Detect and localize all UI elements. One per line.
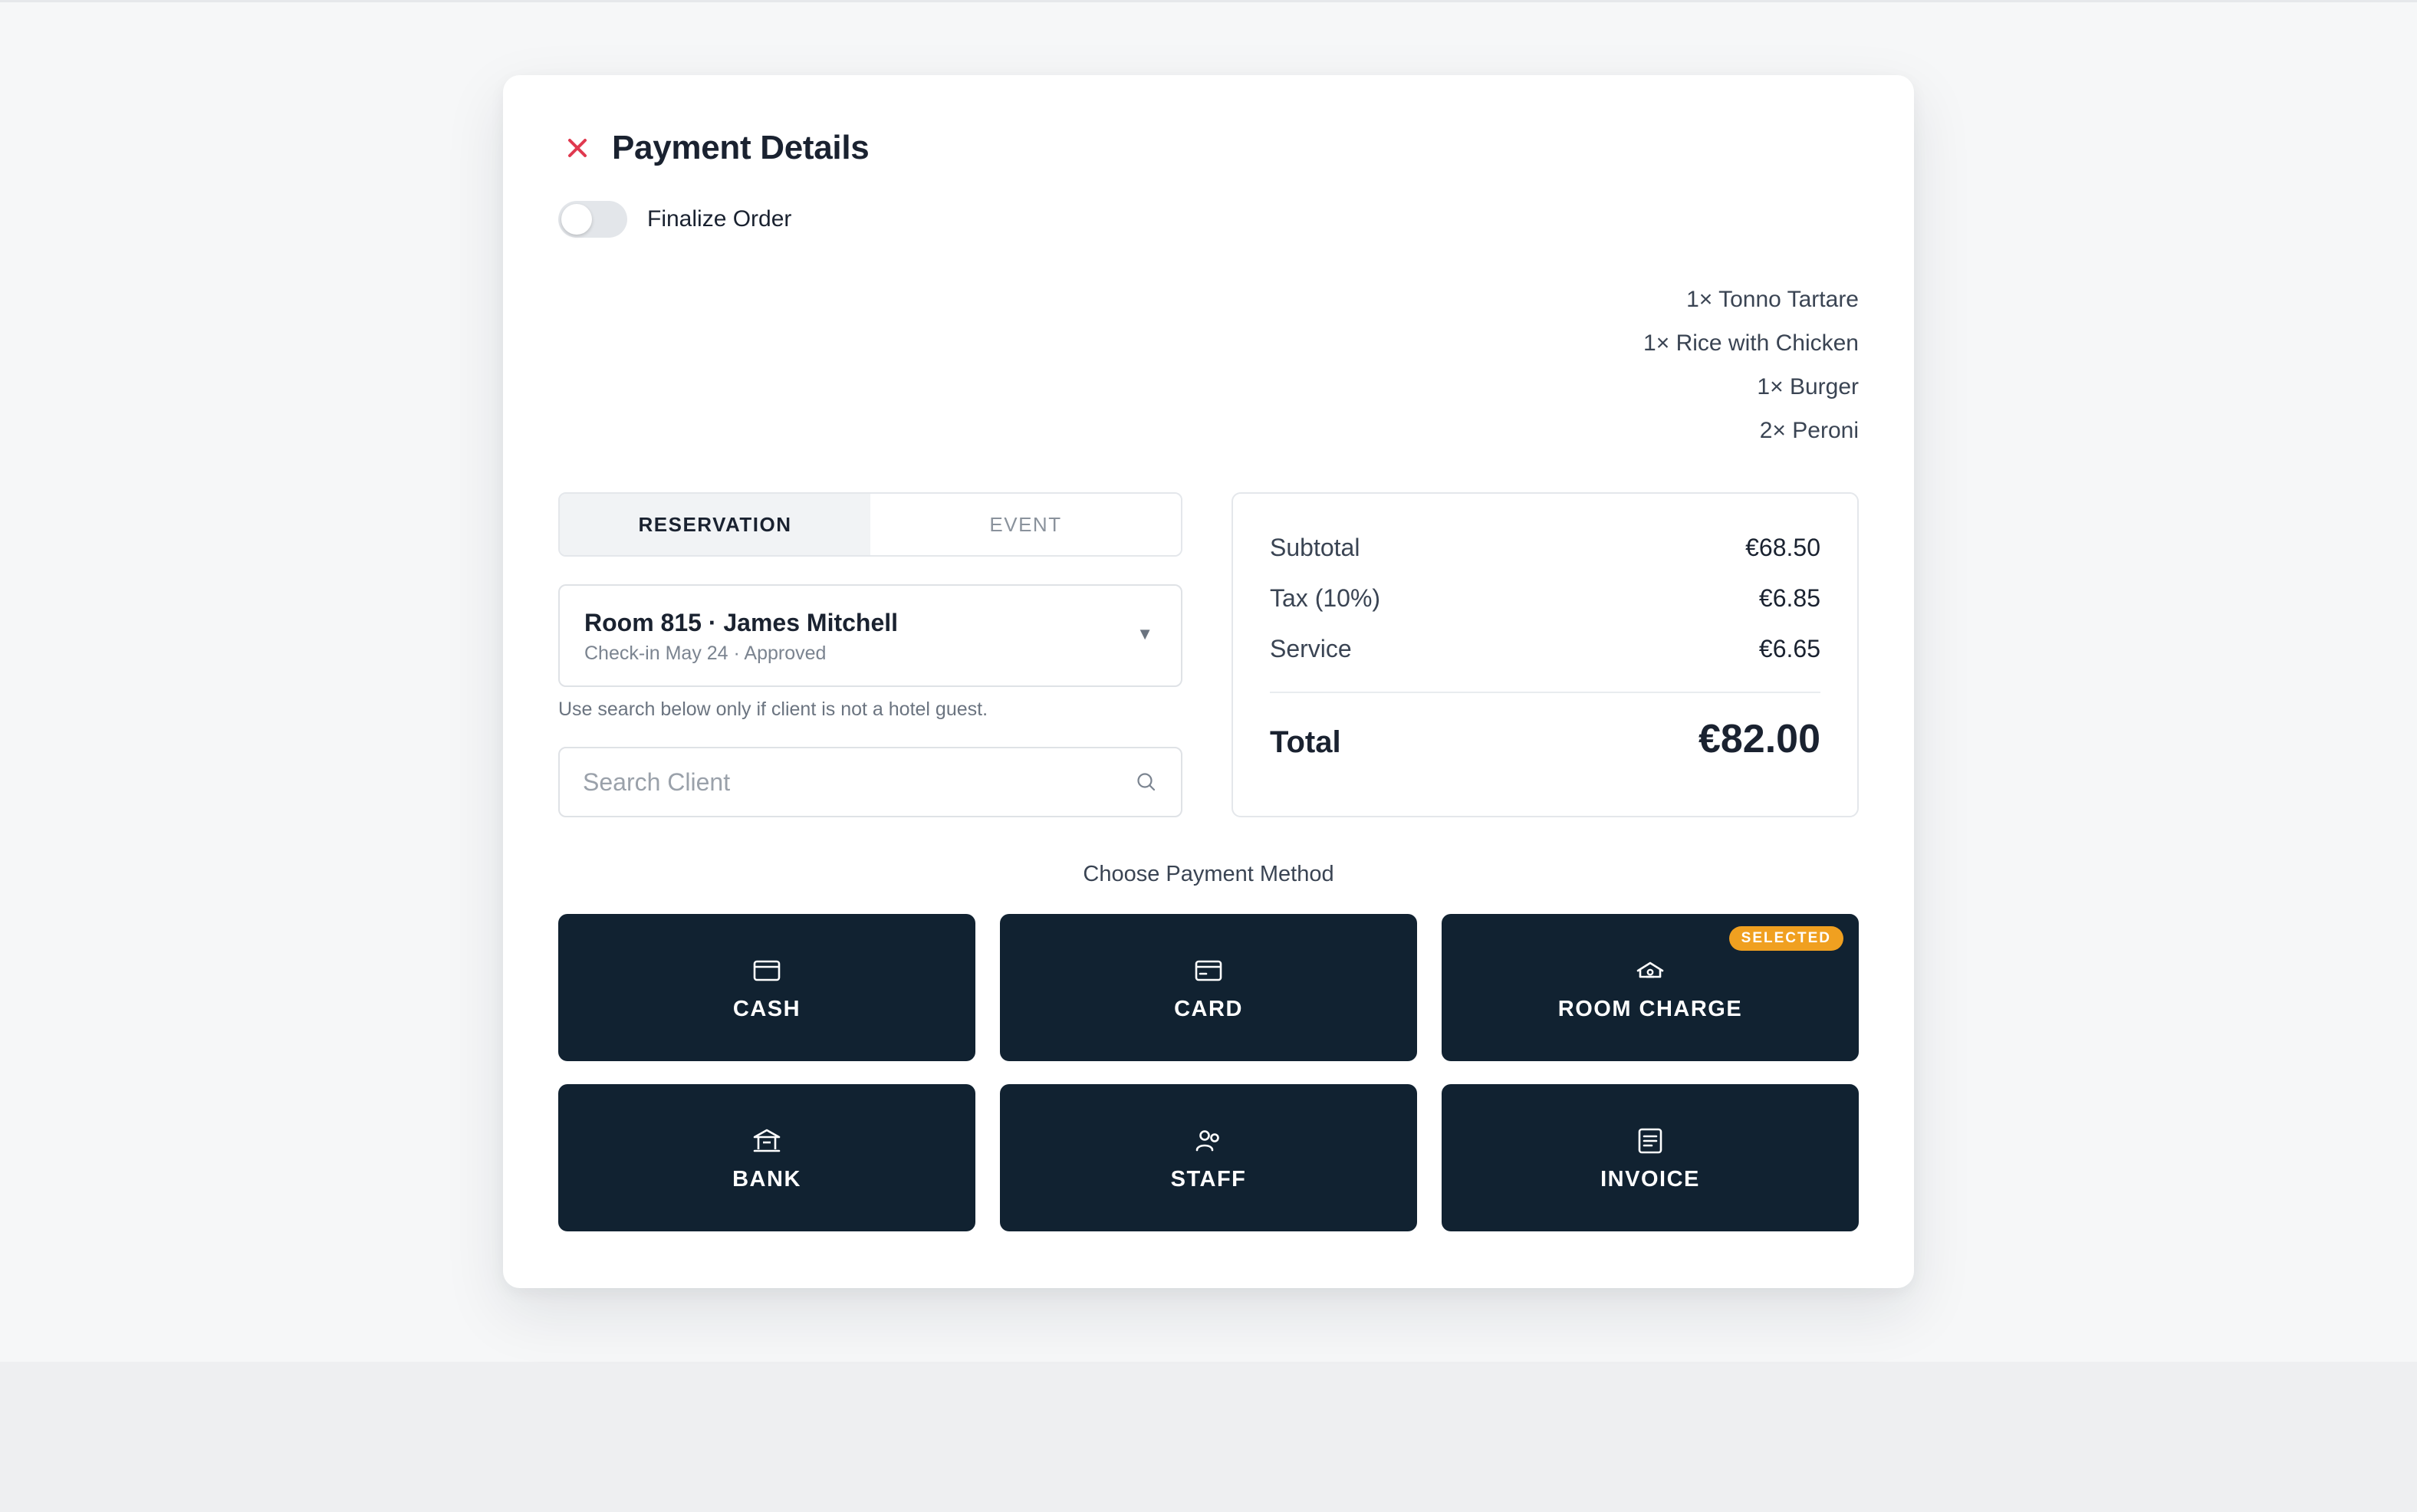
client-type-tabs: RESERVATION EVENT [558,492,1182,557]
invoice-button[interactable]: INVOICE [1442,1084,1859,1231]
staff-icon [1195,1129,1219,1151]
total-row: Total €82.00 [1270,716,1820,762]
tab-reservation[interactable]: RESERVATION [560,494,870,555]
service-value: €6.65 [1758,635,1820,662]
total-label: Total [1270,725,1341,759]
hotel-icon [1636,961,1664,978]
room-charge-button[interactable]: SELECTED ROOM CHARGE [1442,914,1859,1061]
chevron-down-icon: ▼ [1136,624,1153,643]
tab-event[interactable]: EVENT [870,494,1181,555]
toggle-knob [561,204,592,235]
wallet-icon [753,960,781,981]
close-button[interactable] [558,129,597,167]
tax-label: Tax (10%) [1270,584,1381,612]
card-button[interactable]: CARD [1000,914,1417,1061]
guest-meta: Check-in May 24 · Approved [584,643,827,664]
footer-band [0,1362,2417,1512]
order-item: 1× Burger [1757,374,1859,399]
payment-label: CARD [1174,996,1243,1021]
invoice-icon [1638,1128,1662,1153]
subtotal-label: Subtotal [1270,534,1360,561]
total-value: €82.00 [1698,717,1820,761]
bank-icon [753,1129,781,1152]
payment-method-title: Choose Payment Method [1083,862,1334,886]
reservation-select[interactable]: Room 815 · James Mitchell Check-in May 2… [558,584,1182,687]
service-label: Service [1270,635,1352,662]
payment-label: ROOM CHARGE [1557,996,1743,1021]
payment-details-modal: Payment Details Finalize Order 1× Tonno … [503,75,1914,1288]
price-summary: Subtotal €68.50 Tax (10%) €6.85 Service … [1232,492,1859,817]
top-border [0,0,2417,2]
close-icon [568,139,587,157]
payment-label: INVOICE [1600,1166,1700,1192]
staff-button[interactable]: STAFF [1000,1084,1417,1231]
payment-label: CASH [732,996,801,1021]
bank-button[interactable]: BANK [558,1084,975,1231]
tax-row: Tax (10%) €6.85 [1270,584,1820,613]
selected-badge: SELECTED [1728,926,1843,951]
search-client-field [558,747,1182,817]
order-items-list: 1× Tonno Tartare 1× Rice with Chicken 1×… [1643,278,1859,452]
summary-divider [1270,692,1820,693]
payment-label: BANK [732,1166,801,1192]
tax-value: €6.85 [1758,584,1820,612]
finalize-order-label: Finalize Order [647,206,792,232]
payment-method-grid: CASH CARD SELECTED ROOM CHARGE BANK STAF… [558,914,1859,1231]
service-row: Service €6.65 [1270,635,1820,663]
payment-label: STAFF [1170,1166,1247,1192]
finalize-order-toggle[interactable] [558,201,627,238]
credit-card-icon [1195,960,1222,981]
guest-name: Room 815 · James Mitchell [584,609,899,636]
finalize-order-row: Finalize Order [558,199,791,239]
subtotal-value: €68.50 [1745,534,1820,561]
order-item: 2× Peroni [1759,418,1859,443]
modal-title: Payment Details [612,129,870,166]
search-icon [1137,773,1156,791]
order-item: 1× Tonno Tartare [1686,287,1859,312]
search-client-input[interactable] [581,767,1135,797]
order-item: 1× Rice with Chicken [1643,330,1859,356]
cash-button[interactable]: CASH [558,914,975,1061]
modal-header: Payment Details [558,121,870,175]
search-hint: Use search below only if client is not a… [558,698,988,720]
subtotal-row: Subtotal €68.50 [1270,534,1820,562]
